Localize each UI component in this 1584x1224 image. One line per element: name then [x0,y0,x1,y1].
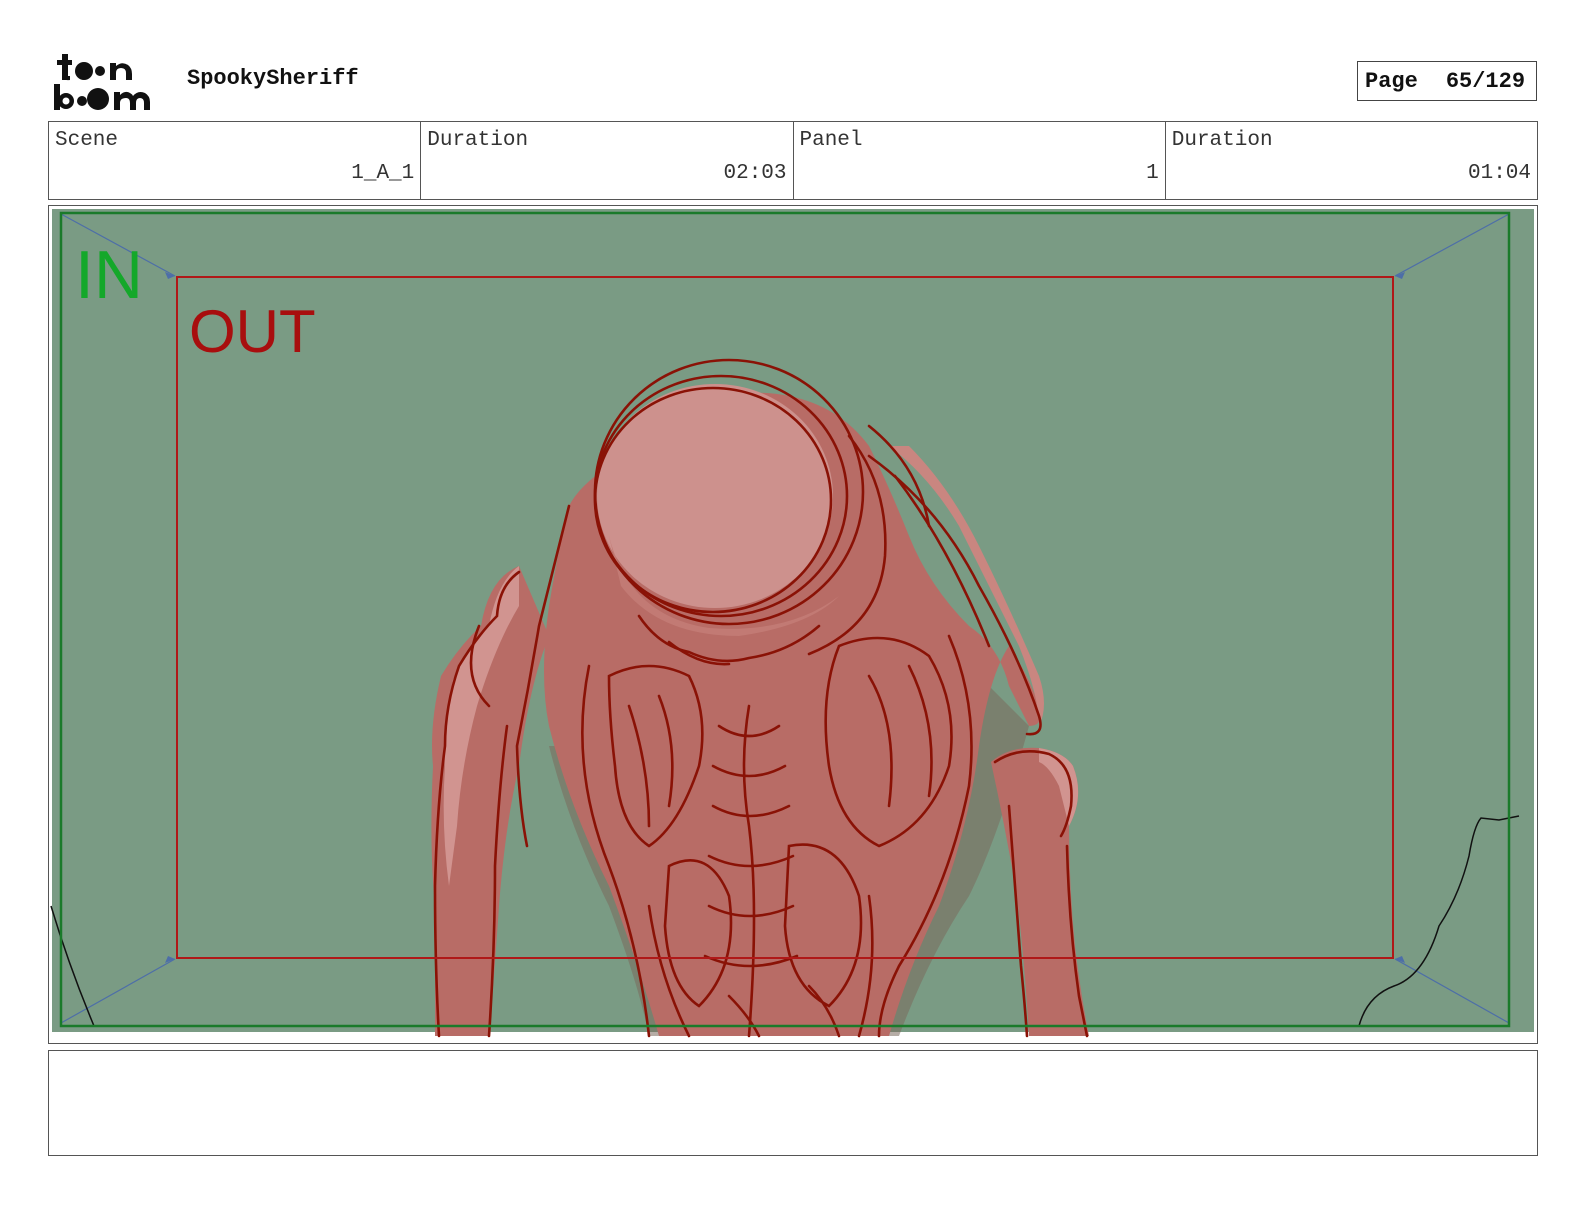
scene-value: 1_A_1 [351,162,415,185]
panel-info-table: Scene 1_A_1 Duration 02:03 Panel 1 Durat… [48,121,1538,200]
panel-duration-cell: Duration 01:04 [1166,122,1537,199]
panel-duration-value: 01:04 [1467,162,1531,185]
page-indicator: Page 65/129 [1357,61,1537,101]
in-label: IN [75,237,143,313]
page-label: Page [1365,68,1418,94]
toon-boom-logo [54,54,150,110]
scene-label: Scene [55,129,119,152]
panel-drawing: IN OUT [50,209,1534,1038]
project-title: SpookySheriff [187,66,359,91]
out-label: OUT [189,298,316,365]
panel-duration-label: Duration [1171,129,1273,152]
storyboard-panel: IN OUT [48,205,1538,1044]
panel-value: 1 [1146,162,1159,185]
scene-cell: Scene 1_A_1 [49,122,422,199]
panel-notes [48,1050,1538,1156]
scene-duration-label: Duration [427,129,529,152]
scene-duration-value: 02:03 [723,162,787,185]
panel-label: Panel [799,129,863,152]
panel-cell: Panel 1 [794,122,1166,199]
scene-duration-cell: Duration 02:03 [421,122,794,199]
page-number: 65/129 [1445,68,1526,94]
